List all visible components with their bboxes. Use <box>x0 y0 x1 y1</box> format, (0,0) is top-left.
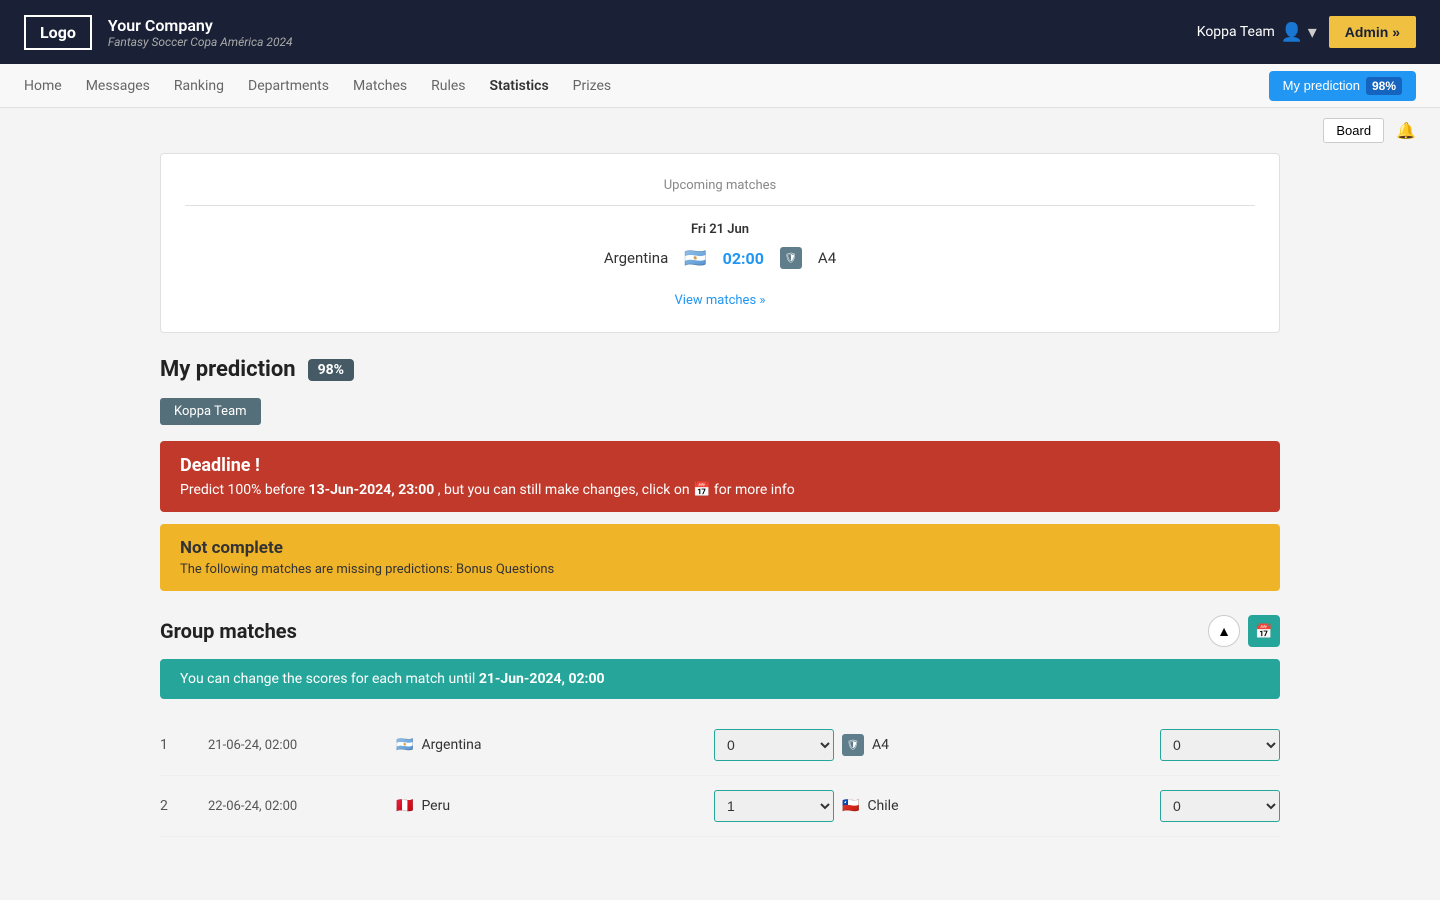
company-info: Your Company Fantasy Soccer Copa América… <box>108 16 293 49</box>
user-avatar-icon[interactable]: 👤 ▾ <box>1281 22 1317 43</box>
my-prediction-nav-label: My prediction <box>1283 78 1360 93</box>
match-team2-1: 🛡 A4 <box>842 734 1152 756</box>
my-prediction-nav-pct: 98% <box>1366 77 1402 95</box>
match-team1-name-2: Peru <box>421 798 450 814</box>
match-num-2: 2 <box>160 798 200 814</box>
logo: Logo <box>24 15 92 50</box>
match-team1-name-1: Argentina <box>421 737 481 753</box>
my-prediction-nav-button[interactable]: My prediction 98% <box>1269 71 1416 101</box>
score-select-team2-1[interactable]: 0 1 2 3 <box>1160 729 1280 761</box>
nav-links: Home Messages Ranking Departments Matche… <box>24 74 611 98</box>
nav-home[interactable]: Home <box>24 74 62 98</box>
group-matches-header: Group matches ▲ 📅 <box>160 615 1280 647</box>
upcoming-team1: Argentina <box>604 249 668 267</box>
nav-departments[interactable]: Departments <box>248 74 329 98</box>
admin-button[interactable]: Admin » <box>1329 16 1416 48</box>
upcoming-title: Upcoming matches <box>185 178 1255 193</box>
header-left: Logo Your Company Fantasy Soccer Copa Am… <box>24 15 293 50</box>
main-content: Upcoming matches Fri 21 Jun Argentina 🇦🇷… <box>0 153 1440 837</box>
match-team1-1: 🇦🇷 Argentina <box>396 737 706 753</box>
group-matches-title: Group matches <box>160 619 297 643</box>
match-team2-name-1: A4 <box>872 737 889 753</box>
prediction-heading: My prediction <box>160 357 296 382</box>
upcoming-team2: A4 <box>818 249 836 267</box>
company-name: Your Company <box>108 16 293 35</box>
match-datetime-2: 22-06-24, 02:00 <box>208 799 388 814</box>
not-complete-banner: Not complete The following matches are m… <box>160 524 1280 591</box>
info-date: 21-Jun-2024, 02:00 <box>479 671 605 687</box>
match-team1-2: 🇵🇪 Peru <box>396 798 706 814</box>
deadline-suffix: , but you can still make changes, click … <box>434 482 795 498</box>
deadline-banner: Deadline ! Predict 100% before 13-Jun-20… <box>160 441 1280 512</box>
not-complete-text: The following matches are missing predic… <box>180 562 1260 577</box>
header-right: Koppa Team 👤 ▾ Admin » <box>1197 16 1416 48</box>
nav-messages[interactable]: Messages <box>86 74 150 98</box>
team-tag: Koppa Team <box>160 398 261 425</box>
group-icons: ▲ 📅 <box>1208 615 1280 647</box>
match-team2-2: 🇨🇱 Chile <box>842 798 1152 814</box>
prediction-title-row: My prediction 98% <box>160 357 1280 382</box>
score-select-team1-1[interactable]: 0 1 2 3 <box>714 729 834 761</box>
upcoming-divider <box>185 205 1255 206</box>
upcoming-match-row: Argentina 🇦🇷 02:00 🛡 A4 <box>185 247 1255 269</box>
upcoming-match-date: Fri 21 Jun <box>185 222 1255 237</box>
not-complete-title: Not complete <box>180 538 1260 558</box>
match-list: 1 21-06-24, 02:00 🇦🇷 Argentina 0 1 2 3 🛡… <box>160 715 1280 837</box>
info-text: You can change the scores for each match… <box>180 671 479 687</box>
upcoming-match-time: 02:00 <box>723 249 764 268</box>
table-row: 1 21-06-24, 02:00 🇦🇷 Argentina 0 1 2 3 🛡… <box>160 715 1280 776</box>
header: Logo Your Company Fantasy Soccer Copa Am… <box>0 0 1440 64</box>
prediction-pct-badge: 98% <box>308 359 354 381</box>
score-select-team1-2[interactable]: 0 1 2 3 <box>714 790 834 822</box>
team-a4-shield-icon: 🛡 <box>842 734 864 756</box>
group-matches-section: Group matches ▲ 📅 You can change the sco… <box>160 615 1280 837</box>
my-prediction-section: My prediction 98% Koppa Team Deadline ! … <box>160 357 1280 591</box>
board-button[interactable]: Board <box>1323 118 1384 143</box>
argentina-flag-icon: 🇦🇷 <box>684 248 706 269</box>
argentina-flag-icon: 🇦🇷 <box>396 737 413 753</box>
deadline-title: Deadline ! <box>180 455 1260 476</box>
match-team2-name-2: Chile <box>867 798 898 814</box>
info-banner: You can change the scores for each match… <box>160 659 1280 699</box>
chile-flag-icon: 🇨🇱 <box>842 798 859 814</box>
match-datetime-1: 21-06-24, 02:00 <box>208 738 388 753</box>
nav-rules[interactable]: Rules <box>431 74 465 98</box>
nav-matches[interactable]: Matches <box>353 74 407 98</box>
nav-ranking[interactable]: Ranking <box>174 74 224 98</box>
scroll-up-button[interactable]: ▲ <box>1208 615 1240 647</box>
toolbar: Board 🔔 <box>0 108 1440 153</box>
user-name: Koppa Team <box>1197 24 1275 40</box>
nav-statistics[interactable]: Statistics <box>490 74 549 98</box>
deadline-date: 13-Jun-2024, 23:00 <box>309 482 435 498</box>
deadline-text: Predict 100% before 13-Jun-2024, 23:00 ,… <box>180 482 1260 498</box>
table-row: 2 22-06-24, 02:00 🇵🇪 Peru 0 1 2 3 🇨🇱 Chi… <box>160 776 1280 837</box>
bell-icon[interactable]: 🔔 <box>1396 121 1416 140</box>
navigation: Home Messages Ranking Departments Matche… <box>0 64 1440 108</box>
calendar-button[interactable]: 📅 <box>1248 615 1280 647</box>
user-info: Koppa Team 👤 ▾ <box>1197 22 1317 43</box>
peru-flag-icon: 🇵🇪 <box>396 798 413 814</box>
view-matches-link[interactable]: View matches » <box>675 293 766 308</box>
upcoming-matches-card: Upcoming matches Fri 21 Jun Argentina 🇦🇷… <box>160 153 1280 333</box>
score-select-team2-2[interactable]: 0 1 2 3 <box>1160 790 1280 822</box>
company-subtitle: Fantasy Soccer Copa América 2024 <box>108 35 293 49</box>
nav-prizes[interactable]: Prizes <box>573 74 611 98</box>
deadline-prefix: Predict 100% before <box>180 482 309 498</box>
match-num-1: 1 <box>160 737 200 753</box>
team2-shield-icon: 🛡 <box>780 247 802 269</box>
